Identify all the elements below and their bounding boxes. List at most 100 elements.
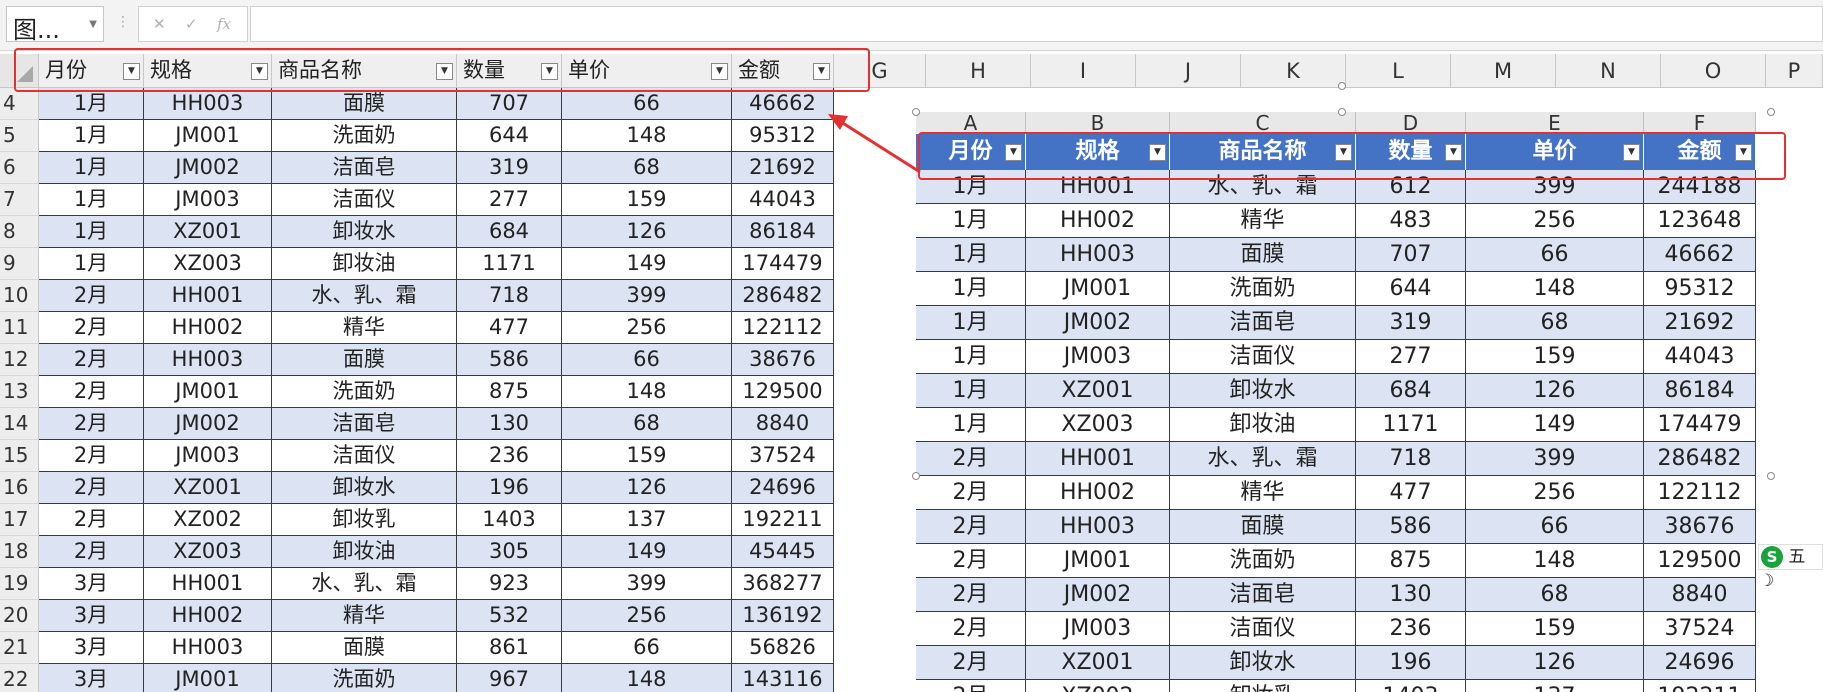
table-cell[interactable]: 137 bbox=[562, 504, 732, 536]
table-cell[interactable]: 136192 bbox=[732, 600, 834, 632]
row-number[interactable]: 17 bbox=[0, 504, 39, 536]
row-number[interactable]: 19 bbox=[0, 568, 39, 600]
table-cell[interactable]: 159 bbox=[562, 184, 732, 216]
row-number[interactable]: 9 bbox=[0, 248, 39, 280]
table-cell[interactable]: 149 bbox=[562, 536, 732, 568]
table-cell[interactable]: JM001 bbox=[144, 664, 272, 692]
table-cell[interactable]: 1月 bbox=[39, 216, 144, 248]
resize-handle[interactable] bbox=[1767, 108, 1775, 116]
table-cell[interactable]: 洁面仪 bbox=[272, 184, 457, 216]
table-cell[interactable]: 3月 bbox=[39, 600, 144, 632]
table-cell[interactable]: 122112 bbox=[732, 312, 834, 344]
table-cell[interactable]: 305 bbox=[457, 536, 562, 568]
row-number[interactable]: 12 bbox=[0, 344, 39, 376]
table-cell[interactable]: 586 bbox=[457, 344, 562, 376]
table-cell[interactable]: 水、乳、霜 bbox=[272, 280, 457, 312]
table-cell[interactable]: 2月 bbox=[39, 312, 144, 344]
formula-input[interactable] bbox=[250, 6, 1823, 42]
row-number[interactable]: 5 bbox=[0, 120, 39, 152]
table-cell[interactable]: 86184 bbox=[732, 216, 834, 248]
table-cell[interactable]: 174479 bbox=[732, 248, 834, 280]
column-header[interactable]: H bbox=[926, 54, 1031, 88]
chevron-down-icon[interactable]: ▼ bbox=[89, 19, 97, 30]
table-cell[interactable]: 875 bbox=[457, 376, 562, 408]
table-cell[interactable]: 66 bbox=[562, 632, 732, 664]
table-cell[interactable]: XZ001 bbox=[144, 472, 272, 504]
table-cell[interactable]: 洁面仪 bbox=[272, 440, 457, 472]
table-cell[interactable]: HH001 bbox=[144, 280, 272, 312]
cancel-icon[interactable]: ✕ bbox=[153, 15, 166, 33]
table-cell[interactable]: 148 bbox=[562, 120, 732, 152]
table-cell[interactable]: 277 bbox=[457, 184, 562, 216]
table-cell[interactable]: 149 bbox=[562, 248, 732, 280]
table-cell[interactable]: 68 bbox=[562, 152, 732, 184]
table-cell[interactable]: 148 bbox=[562, 376, 732, 408]
row-number[interactable]: 18 bbox=[0, 536, 39, 568]
table-cell[interactable]: 洁面皂 bbox=[272, 152, 457, 184]
resize-handle[interactable] bbox=[1338, 108, 1346, 116]
table-cell[interactable]: 129500 bbox=[732, 376, 834, 408]
table-cell[interactable]: 卸妆乳 bbox=[272, 504, 457, 536]
table-cell[interactable]: 256 bbox=[562, 600, 732, 632]
table-cell[interactable]: JM003 bbox=[144, 440, 272, 472]
table-cell[interactable]: 2月 bbox=[39, 376, 144, 408]
column-header[interactable]: N bbox=[1556, 54, 1661, 88]
table-cell[interactable]: 368277 bbox=[732, 568, 834, 600]
ime-indicator[interactable]: S 五 ☽ bbox=[1758, 544, 1823, 591]
table-cell[interactable]: JM001 bbox=[144, 376, 272, 408]
row-number[interactable]: 6 bbox=[0, 152, 39, 184]
table-cell[interactable]: 1月 bbox=[39, 120, 144, 152]
table-cell[interactable]: 399 bbox=[562, 280, 732, 312]
table-cell[interactable]: 2月 bbox=[39, 504, 144, 536]
table-cell[interactable]: 面膜 bbox=[272, 88, 457, 120]
column-header[interactable]: M bbox=[1451, 54, 1556, 88]
table-cell[interactable]: 286482 bbox=[732, 280, 834, 312]
table-cell[interactable]: 1月 bbox=[39, 152, 144, 184]
table-cell[interactable]: 148 bbox=[562, 664, 732, 692]
table-cell[interactable]: 196 bbox=[457, 472, 562, 504]
table-cell[interactable]: JM003 bbox=[144, 184, 272, 216]
table-cell[interactable]: 水、乳、霜 bbox=[272, 568, 457, 600]
row-number[interactable]: 8 bbox=[0, 216, 39, 248]
table-cell[interactable]: 130 bbox=[457, 408, 562, 440]
table-cell[interactable]: HH003 bbox=[144, 88, 272, 120]
table-cell[interactable]: 126 bbox=[562, 216, 732, 248]
table-cell[interactable]: 精华 bbox=[272, 312, 457, 344]
row-number[interactable]: 14 bbox=[0, 408, 39, 440]
table-cell[interactable]: 143116 bbox=[732, 664, 834, 692]
table-cell[interactable]: 319 bbox=[457, 152, 562, 184]
table-cell[interactable]: 3月 bbox=[39, 568, 144, 600]
table-cell[interactable]: 卸妆水 bbox=[272, 472, 457, 504]
table-cell[interactable]: 159 bbox=[562, 440, 732, 472]
table-cell[interactable]: 718 bbox=[457, 280, 562, 312]
table-cell[interactable]: 21692 bbox=[732, 152, 834, 184]
row-number[interactable]: 11 bbox=[0, 312, 39, 344]
table-cell[interactable]: 2月 bbox=[39, 472, 144, 504]
table-cell[interactable]: HH002 bbox=[144, 312, 272, 344]
table-cell[interactable]: 面膜 bbox=[272, 344, 457, 376]
table-cell[interactable]: 洁面皂 bbox=[272, 408, 457, 440]
table-cell[interactable]: 24696 bbox=[732, 472, 834, 504]
table-cell[interactable]: 861 bbox=[457, 632, 562, 664]
row-number[interactable]: 15 bbox=[0, 440, 39, 472]
table-cell[interactable]: 面膜 bbox=[272, 632, 457, 664]
resize-handle[interactable] bbox=[1767, 472, 1775, 480]
table-cell[interactable]: 8840 bbox=[732, 408, 834, 440]
table-cell[interactable]: 192211 bbox=[732, 504, 834, 536]
fx-icon[interactable]: fx bbox=[217, 15, 231, 33]
table-cell[interactable]: 44043 bbox=[732, 184, 834, 216]
table-picture[interactable]: ABCDEF 月份 ▼ 规格 ▼ 商品名称 ▼ 数量 ▼ 单价 ▼ 金额 ▼ 1月 HH001 水、乳、霜… bbox=[916, 112, 1774, 692]
table-cell[interactable]: 66 bbox=[562, 344, 732, 376]
table-cell[interactable]: 37524 bbox=[732, 440, 834, 472]
table-cell[interactable]: 1月 bbox=[39, 88, 144, 120]
table-cell[interactable]: 1月 bbox=[39, 248, 144, 280]
table-cell[interactable]: HH003 bbox=[144, 632, 272, 664]
table-cell[interactable]: 684 bbox=[457, 216, 562, 248]
table-cell[interactable]: 45445 bbox=[732, 536, 834, 568]
table-cell[interactable]: 923 bbox=[457, 568, 562, 600]
table-cell[interactable]: 532 bbox=[457, 600, 562, 632]
table-cell[interactable]: 2月 bbox=[39, 408, 144, 440]
table-cell[interactable]: HH003 bbox=[144, 344, 272, 376]
table-cell[interactable]: 46662 bbox=[732, 88, 834, 120]
table-cell[interactable]: 477 bbox=[457, 312, 562, 344]
